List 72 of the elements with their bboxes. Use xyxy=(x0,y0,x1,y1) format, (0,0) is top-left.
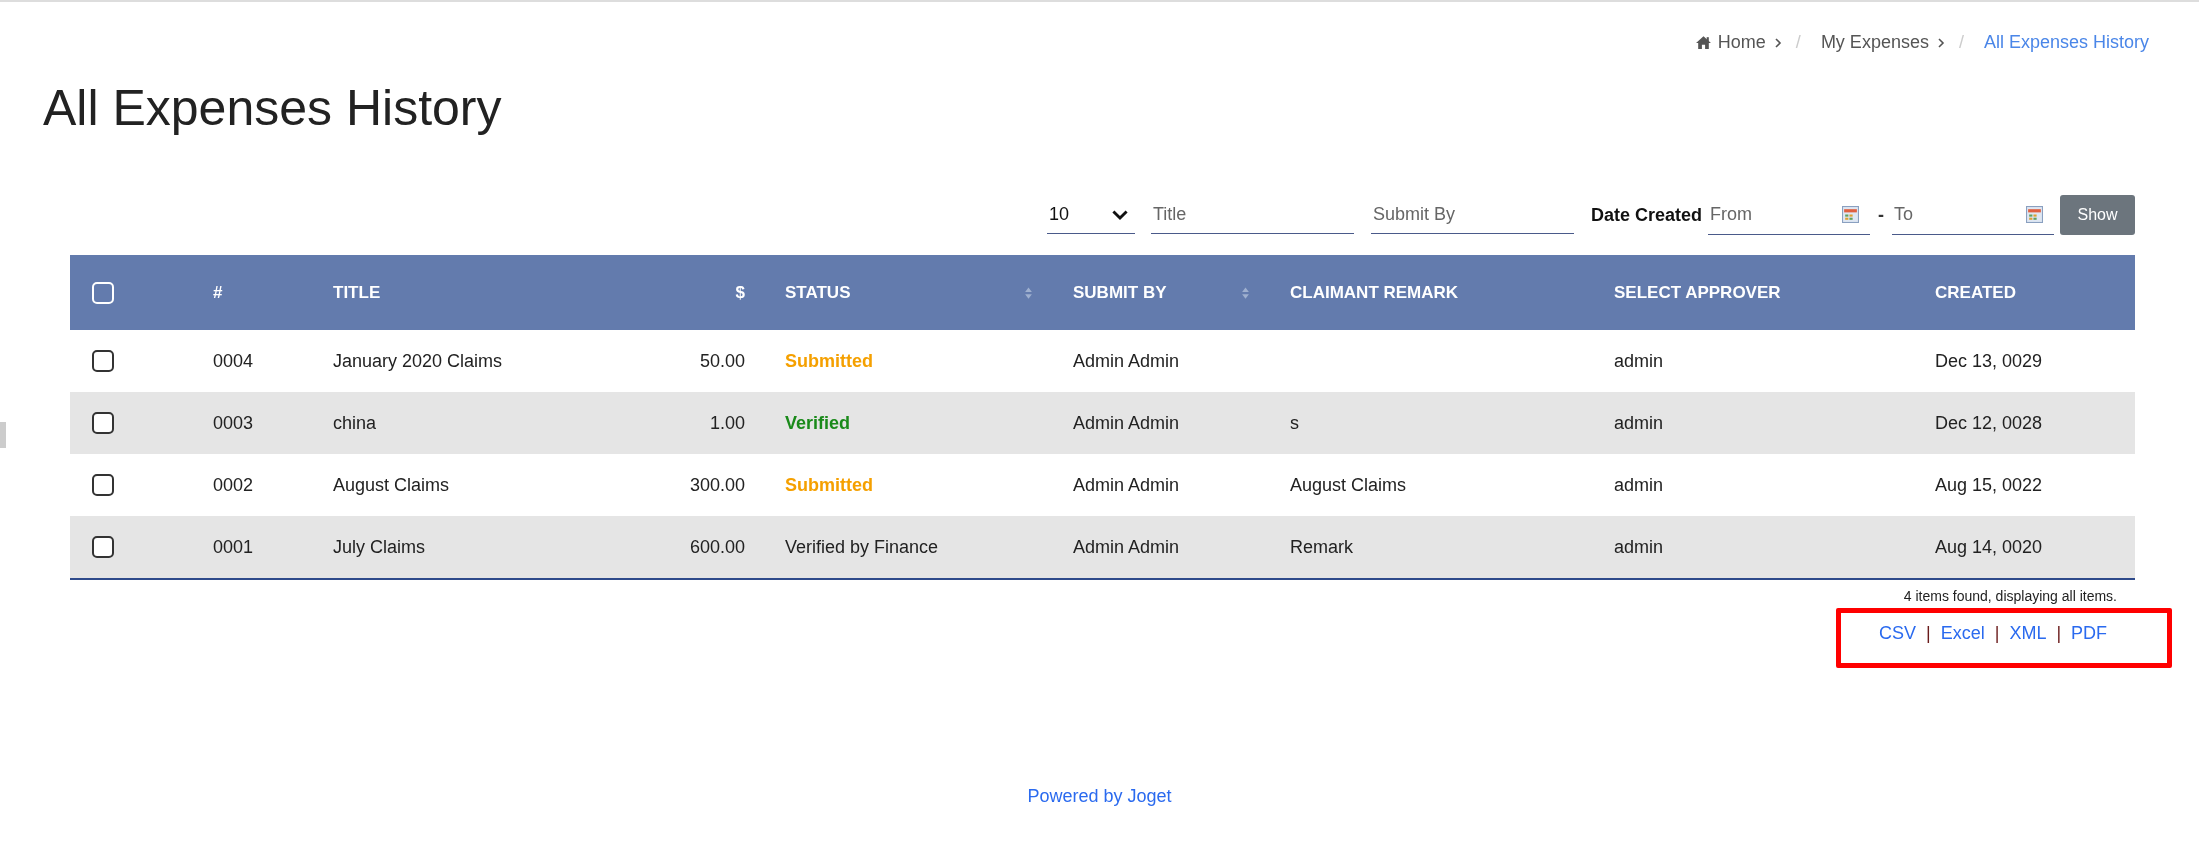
to-date-field[interactable]: To xyxy=(1892,195,2024,234)
column-header: SELECT APPROVER xyxy=(1614,282,1782,303)
breadcrumb-separator: / xyxy=(1795,32,1801,53)
amount-cell: 50.00 xyxy=(699,350,745,372)
title-cell: January 2020 Claims xyxy=(333,350,503,372)
result-summary: 4 items found, displaying all items. xyxy=(1902,588,2117,604)
date-created-label: Date Created xyxy=(1590,204,1702,226)
status-cell: Verified xyxy=(785,412,851,434)
amount-cell: 1.00 xyxy=(709,412,745,434)
link-separator: | xyxy=(1994,623,2000,644)
page-title: All Expenses History xyxy=(43,79,503,137)
remark-cell: August Claims xyxy=(1290,474,1407,496)
side-handle[interactable] xyxy=(0,422,6,448)
chevron-right-icon xyxy=(1773,36,1782,49)
approver-cell: admin xyxy=(1614,474,1664,496)
row-checkbox[interactable] xyxy=(92,536,114,558)
column-header: TITLE xyxy=(333,282,382,303)
column-header[interactable]: SUBMIT BY xyxy=(1073,282,1250,303)
submitter-cell: Admin Admin xyxy=(1073,536,1180,558)
column-header: $ xyxy=(734,282,745,303)
date-range-separator: - xyxy=(1878,204,1884,226)
status-cell: Submitted xyxy=(785,474,873,496)
submitter-cell: Admin Admin xyxy=(1073,350,1180,372)
export-link[interactable]: CSV xyxy=(1879,623,1916,644)
id-cell: 0004 xyxy=(213,350,254,372)
remark-cell: s xyxy=(1290,412,1299,434)
approver-cell: admin xyxy=(1614,350,1664,372)
calendar-icon[interactable] xyxy=(1842,206,1859,223)
from-date-field[interactable]: From xyxy=(1708,195,1840,234)
breadcrumb-link[interactable]: Home xyxy=(1717,32,1766,53)
status-cell: Submitted xyxy=(785,350,873,372)
row-checkbox[interactable] xyxy=(92,412,114,434)
calendar-icon[interactable] xyxy=(2026,206,2043,223)
show-button[interactable]: Show xyxy=(2060,195,2135,235)
title-cell: china xyxy=(333,412,377,434)
home-icon xyxy=(1694,35,1712,50)
export-link[interactable]: Excel xyxy=(1940,623,1985,644)
link-separator: | xyxy=(1926,623,1931,644)
title-cell: August Claims xyxy=(333,474,450,496)
chevron-right-icon xyxy=(1936,36,1945,49)
date-cell: Dec 12, 0028 xyxy=(1935,412,2043,434)
footer-link[interactable]: Powered by Joget xyxy=(1027,786,1172,806)
remark-cell: Remark xyxy=(1290,536,1353,558)
submitter-cell: Admin Admin xyxy=(1073,474,1180,496)
id-cell: 0003 xyxy=(213,412,254,434)
date-cell: Aug 15, 0022 xyxy=(1935,474,2043,496)
export-link[interactable]: PDF xyxy=(2071,623,2108,644)
page-size-select[interactable]: 10 xyxy=(1046,196,1135,234)
export-link[interactable]: XML xyxy=(2009,623,2047,644)
link-separator: | xyxy=(2056,623,2062,644)
status-cell: Verified by Finance xyxy=(785,536,939,558)
submitter-cell: Admin Admin xyxy=(1073,412,1180,434)
chevron-down-icon xyxy=(1110,208,1129,221)
row-checkbox[interactable] xyxy=(92,350,114,372)
row-checkbox[interactable] xyxy=(92,474,114,496)
title-cell: July Claims xyxy=(333,536,425,558)
column-header[interactable]: STATUS xyxy=(785,282,1033,303)
id-cell: 0002 xyxy=(213,474,254,496)
breadcrumb-link[interactable]: All Expenses History xyxy=(1983,32,2149,53)
breadcrumb-separator: / xyxy=(1958,32,1964,53)
approver-cell: admin xyxy=(1614,536,1664,558)
date-cell: Aug 14, 0020 xyxy=(1935,536,2043,558)
column-header: # xyxy=(213,282,224,303)
id-cell: 0001 xyxy=(213,536,254,558)
breadcrumb-link[interactable]: My Expenses xyxy=(1820,32,1929,53)
approver-cell: admin xyxy=(1614,412,1664,434)
amount-cell: 300.00 xyxy=(689,474,745,496)
amount-cell: 600.00 xyxy=(689,536,745,558)
column-header: CREATED xyxy=(1935,282,2017,303)
select-all-checkbox[interactable] xyxy=(92,281,114,304)
date-cell: Dec 13, 0029 xyxy=(1935,350,2043,372)
column-header: CLAIMANT REMARK xyxy=(1290,282,1460,303)
